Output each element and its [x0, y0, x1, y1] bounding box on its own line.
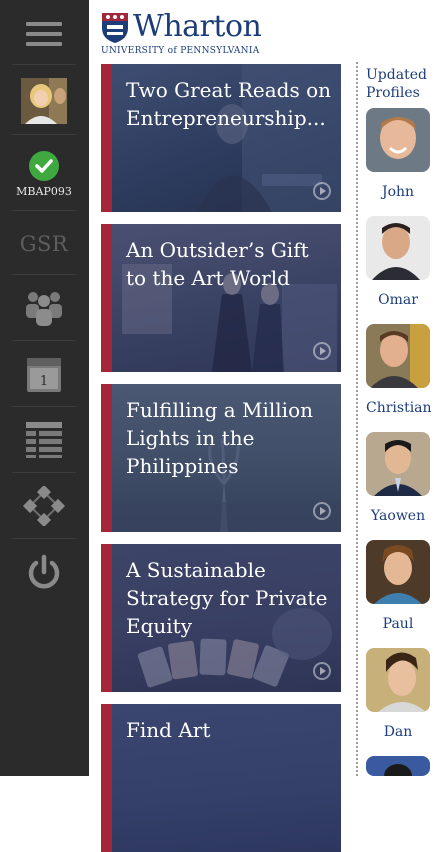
network-icon	[22, 486, 66, 526]
menu-icon	[26, 22, 62, 46]
play-icon[interactable]	[313, 342, 331, 360]
play-icon[interactable]	[313, 502, 331, 520]
calendar-button[interactable]: 1	[14, 350, 74, 398]
play-icon[interactable]	[313, 662, 331, 680]
play-icon[interactable]	[313, 182, 331, 200]
profile-photo	[366, 324, 430, 388]
network-button[interactable]	[14, 482, 74, 530]
profile-name: Dan	[383, 724, 413, 740]
user-avatar-button[interactable]	[14, 74, 74, 128]
calendar-icon: 1	[27, 358, 61, 392]
user-id-button[interactable]: MBAP093	[14, 144, 74, 204]
profile-item[interactable]: John	[366, 108, 430, 200]
calendar-day: 1	[40, 374, 48, 389]
card-accent-stripe	[101, 704, 112, 852]
profile-photo	[366, 756, 430, 776]
article-title: A Sustainable Strategy for Private Equit…	[126, 558, 328, 638]
article-card[interactable]: Fulfilling a Million Lights in the Phili…	[101, 384, 341, 532]
profile-item[interactable]: Yaowen	[366, 432, 430, 524]
profile-item[interactable]: Paul	[366, 540, 430, 632]
people-icon	[26, 292, 62, 326]
profile-photo	[366, 540, 430, 604]
profile-name: Omar	[378, 292, 418, 308]
profile-photo	[366, 108, 430, 172]
card-accent-stripe	[101, 224, 112, 372]
article-card[interactable]: Find Art	[101, 704, 341, 852]
groups-button[interactable]	[14, 284, 74, 332]
article-title: Two Great Reads on Entrepreneurship...	[126, 78, 331, 130]
profile-name: Christian	[366, 400, 432, 416]
check-icon	[29, 150, 59, 181]
logo-subtitle: UNIVERSITY of PENNSYLVANIA	[101, 46, 260, 56]
profile-item[interactable]: Dan	[366, 648, 430, 740]
profile-photo	[366, 216, 430, 280]
user-id-label: MBAP093	[16, 184, 72, 198]
profile-item[interactable]: Christian	[366, 324, 432, 416]
card-accent-stripe	[101, 384, 112, 532]
article-card[interactable]: Two Great Reads on Entrepreneurship...	[101, 64, 341, 212]
sidebar: MBAP093 GSR 1	[0, 0, 89, 776]
article-card[interactable]: A Sustainable Strategy for Private Equit…	[101, 544, 341, 692]
article-title: Find Art	[126, 718, 211, 742]
profile-name: John	[381, 184, 415, 200]
avatar	[21, 78, 67, 124]
profile-photo	[366, 648, 430, 712]
logo-wordmark: Wharton	[133, 9, 262, 44]
penn-shield-icon	[102, 13, 128, 43]
menu-button[interactable]	[14, 14, 74, 54]
table-icon	[26, 422, 62, 458]
column-divider	[356, 62, 358, 776]
gsr-button[interactable]: GSR	[14, 222, 74, 266]
updated-profiles-heading: Updated Profiles	[366, 67, 427, 101]
directory-button[interactable]	[14, 416, 74, 464]
card-accent-stripe	[101, 64, 112, 212]
gsr-label: GSR	[19, 232, 69, 256]
article-title: An Outsider’s Gift to the Art World	[126, 238, 309, 290]
wharton-logo[interactable]: Wharton UNIVERSITY of PENNSYLVANIA	[101, 9, 351, 58]
power-icon	[28, 554, 60, 589]
profile-photo	[366, 432, 430, 496]
profile-item[interactable]	[366, 756, 430, 776]
profile-item[interactable]: Omar	[366, 216, 430, 308]
logout-button[interactable]	[14, 548, 74, 598]
profile-name: Yaowen	[370, 508, 426, 524]
card-accent-stripe	[101, 544, 112, 692]
article-card[interactable]: An Outsider’s Gift to the Art World	[101, 224, 341, 372]
article-title: Fulfilling a Million Lights in the Phili…	[126, 398, 313, 478]
profile-name: Paul	[382, 616, 414, 632]
